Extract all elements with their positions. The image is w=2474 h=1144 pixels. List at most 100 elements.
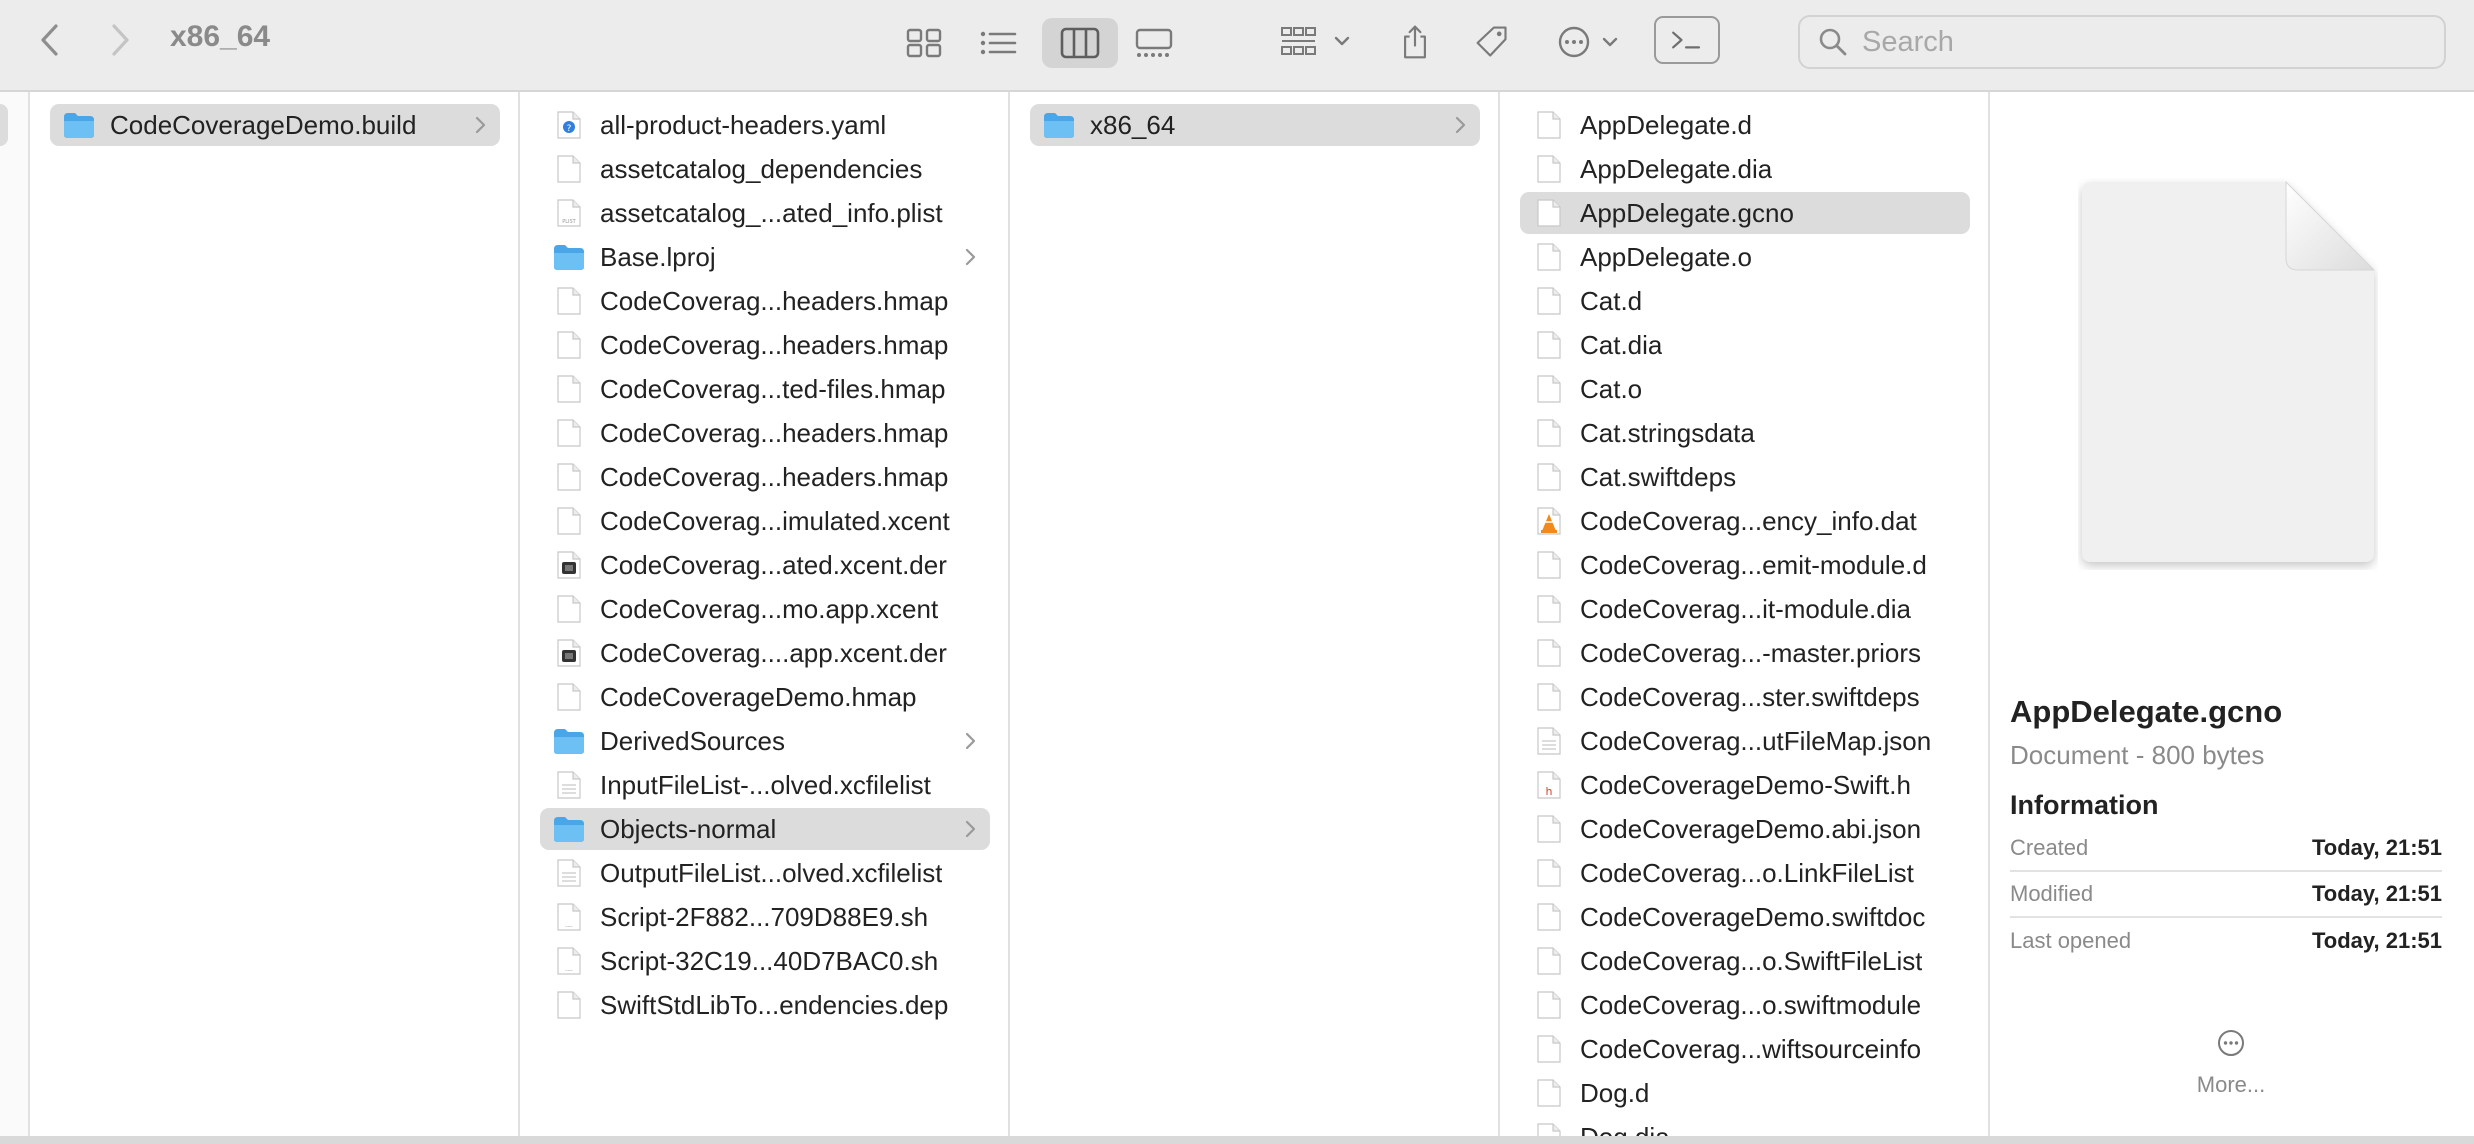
file-item[interactable]: CodeCoverag...utFileMap.json xyxy=(1520,720,1970,762)
file-item[interactable]: CodeCoverag...o.LinkFileList xyxy=(1520,852,1970,894)
file-item[interactable]: CodeCoverag...emit-module.d xyxy=(1520,544,1970,586)
document-icon xyxy=(1532,900,1566,934)
file-item[interactable]: CodeCoverag...headers.hmap xyxy=(540,324,990,366)
document-icon xyxy=(1532,856,1566,890)
file-item[interactable]: CodeCoverag...ency_info.dat xyxy=(1520,500,1970,542)
file-item[interactable]: CodeCoverag...it-module.dia xyxy=(1520,588,1970,630)
file-item[interactable]: CodeCoverag....app.xcent.der xyxy=(540,632,990,674)
item-label: AppDelegate.gcno xyxy=(1580,197,1794,228)
file-item[interactable]: Dog.dia xyxy=(1520,1116,1970,1136)
file-item[interactable]: .... Script-32C19...40D7BAC0.sh xyxy=(540,940,990,982)
folder-item[interactable]: x86_64 xyxy=(1030,104,1480,146)
file-item[interactable]: CodeCoverag...imulated.xcent xyxy=(540,500,990,542)
share-button[interactable] xyxy=(1394,18,1436,66)
item-label: assetcatalog_dependencies xyxy=(600,153,923,184)
more-label: More... xyxy=(2196,1072,2266,1097)
file-item[interactable]: CodeCoverag...headers.hmap xyxy=(540,412,990,454)
svg-text:h: h xyxy=(1546,785,1553,798)
yaml-file-icon: ? xyxy=(552,108,586,142)
document-icon xyxy=(552,372,586,406)
item-label: Script-2F882...709D88E9.sh xyxy=(600,901,929,932)
column-4: AppDelegate.d AppDelegate.dia AppDelegate.… xyxy=(1500,92,1990,1136)
file-item[interactable]: CodeCoverag...headers.hmap xyxy=(540,280,990,322)
folder-item[interactable]: CodeCoverageDemo.build xyxy=(50,104,500,146)
file-item[interactable]: CodeCoverag...ted-files.hmap xyxy=(540,368,990,410)
action-menu-button[interactable] xyxy=(1554,18,1624,66)
column-parent-stub xyxy=(0,92,30,1136)
column-view-button[interactable] xyxy=(1042,18,1118,68)
share-icon xyxy=(1404,25,1426,59)
file-item[interactable]: assetcatalog_dependencies xyxy=(540,148,990,190)
info-key: Created xyxy=(2010,835,2089,860)
file-item[interactable]: AppDelegate.o xyxy=(1520,236,1970,278)
chevron-right-icon xyxy=(965,248,976,266)
preview-info-heading: Information xyxy=(2010,790,2159,820)
tag-button[interactable] xyxy=(1470,18,1514,66)
document-icon xyxy=(1532,240,1566,274)
file-item[interactable]: Cat.swiftdeps xyxy=(1520,456,1970,498)
file-item[interactable]: SwiftStdLibTo...endencies.dep xyxy=(540,984,990,1026)
preview-file-kind: Document - 800 bytes xyxy=(2010,740,2265,770)
file-item[interactable]: PLIST assetcatalog_...ated_info.plist xyxy=(540,192,990,234)
group-button[interactable] xyxy=(1280,18,1356,66)
item-label: AppDelegate.dia xyxy=(1580,153,1773,184)
item-label: CodeCoverag...it-module.dia xyxy=(1580,593,1911,624)
file-item[interactable]: Dog.d xyxy=(1520,1072,1970,1114)
file-item[interactable]: CodeCoverag...ated.xcent.der xyxy=(540,544,990,586)
file-item[interactable]: CodeCoverag...o.SwiftFileList xyxy=(1520,940,1970,982)
document-icon xyxy=(552,680,586,714)
search-input[interactable] xyxy=(1862,25,2422,59)
file-item[interactable]: CodeCoverageDemo.abi.json xyxy=(1520,808,1970,850)
file-item[interactable]: AppDelegate.dia xyxy=(1520,148,1970,190)
document-icon xyxy=(1532,592,1566,626)
executable-file-icon xyxy=(552,548,586,582)
item-label: Objects-normal xyxy=(600,813,777,844)
file-item[interactable]: CodeCoverag...wiftsourceinfo xyxy=(1520,1028,1970,1070)
file-item[interactable]: CodeCoverag...-master.priors xyxy=(1520,632,1970,674)
horizontal-scrollbar[interactable] xyxy=(0,1136,2474,1144)
document-icon xyxy=(552,460,586,494)
gallery-view-button[interactable] xyxy=(1118,18,1190,68)
info-key: Last opened xyxy=(2010,928,2132,953)
file-item[interactable]: Cat.stringsdata xyxy=(1520,412,1970,454)
file-item[interactable]: CodeCoverag...ster.swiftdeps xyxy=(1520,676,1970,718)
file-item[interactable]: Cat.d xyxy=(1520,280,1970,322)
document-icon xyxy=(1532,636,1566,670)
more-button[interactable]: More... xyxy=(2176,1028,2286,1118)
svg-text:....: .... xyxy=(565,966,573,973)
file-item[interactable]: CodeCoverageDemo.swiftdoc xyxy=(1520,896,1970,938)
item-label: Cat.swiftdeps xyxy=(1580,461,1737,492)
file-item[interactable]: AppDelegate.d xyxy=(1520,104,1970,146)
folder-item[interactable]: DerivedSources xyxy=(540,720,990,762)
search-field[interactable] xyxy=(1798,15,2446,69)
item-label: CodeCoverag...emit-module.d xyxy=(1580,549,1927,580)
file-item[interactable]: AppDelegate.gcno xyxy=(1520,192,1970,234)
file-item[interactable]: .... Script-2F882...709D88E9.sh xyxy=(540,896,990,938)
folder-icon xyxy=(552,240,586,274)
item-label: assetcatalog_...ated_info.plist xyxy=(600,197,943,228)
file-item[interactable]: CodeCoverag...o.swiftmodule xyxy=(1520,984,1970,1026)
back-button[interactable] xyxy=(30,18,70,62)
column-1: CodeCoverageDemo.build xyxy=(30,92,520,1136)
file-item[interactable]: CodeCoverageDemo.hmap xyxy=(540,676,990,718)
list-view-button[interactable] xyxy=(962,18,1034,68)
item-label: DerivedSources xyxy=(600,725,785,756)
info-row-created: Created Today, 21:51 xyxy=(2010,826,2442,872)
forward-button[interactable] xyxy=(100,18,140,62)
item-label: Dog.d xyxy=(1580,1077,1650,1108)
file-item[interactable]: h CodeCoverageDemo-Swift.h xyxy=(1520,764,1970,806)
icon-view-button[interactable] xyxy=(888,18,960,68)
file-item[interactable]: OutputFileList...olved.xcfilelist xyxy=(540,852,990,894)
terminal-button[interactable] xyxy=(1654,16,1720,64)
document-icon xyxy=(552,416,586,450)
file-item[interactable]: Cat.dia xyxy=(1520,324,1970,366)
file-item[interactable]: ? all-product-headers.yaml xyxy=(540,104,990,146)
folder-icon xyxy=(552,724,586,758)
item-label: Dog.dia xyxy=(1580,1122,1670,1137)
folder-item[interactable]: Objects-normal xyxy=(540,808,990,850)
file-item[interactable]: CodeCoverag...headers.hmap xyxy=(540,456,990,498)
file-item[interactable]: InputFileList-...olved.xcfilelist xyxy=(540,764,990,806)
file-item[interactable]: Cat.o xyxy=(1520,368,1970,410)
folder-item[interactable]: Base.lproj xyxy=(540,236,990,278)
file-item[interactable]: CodeCoverag...mo.app.xcent xyxy=(540,588,990,630)
